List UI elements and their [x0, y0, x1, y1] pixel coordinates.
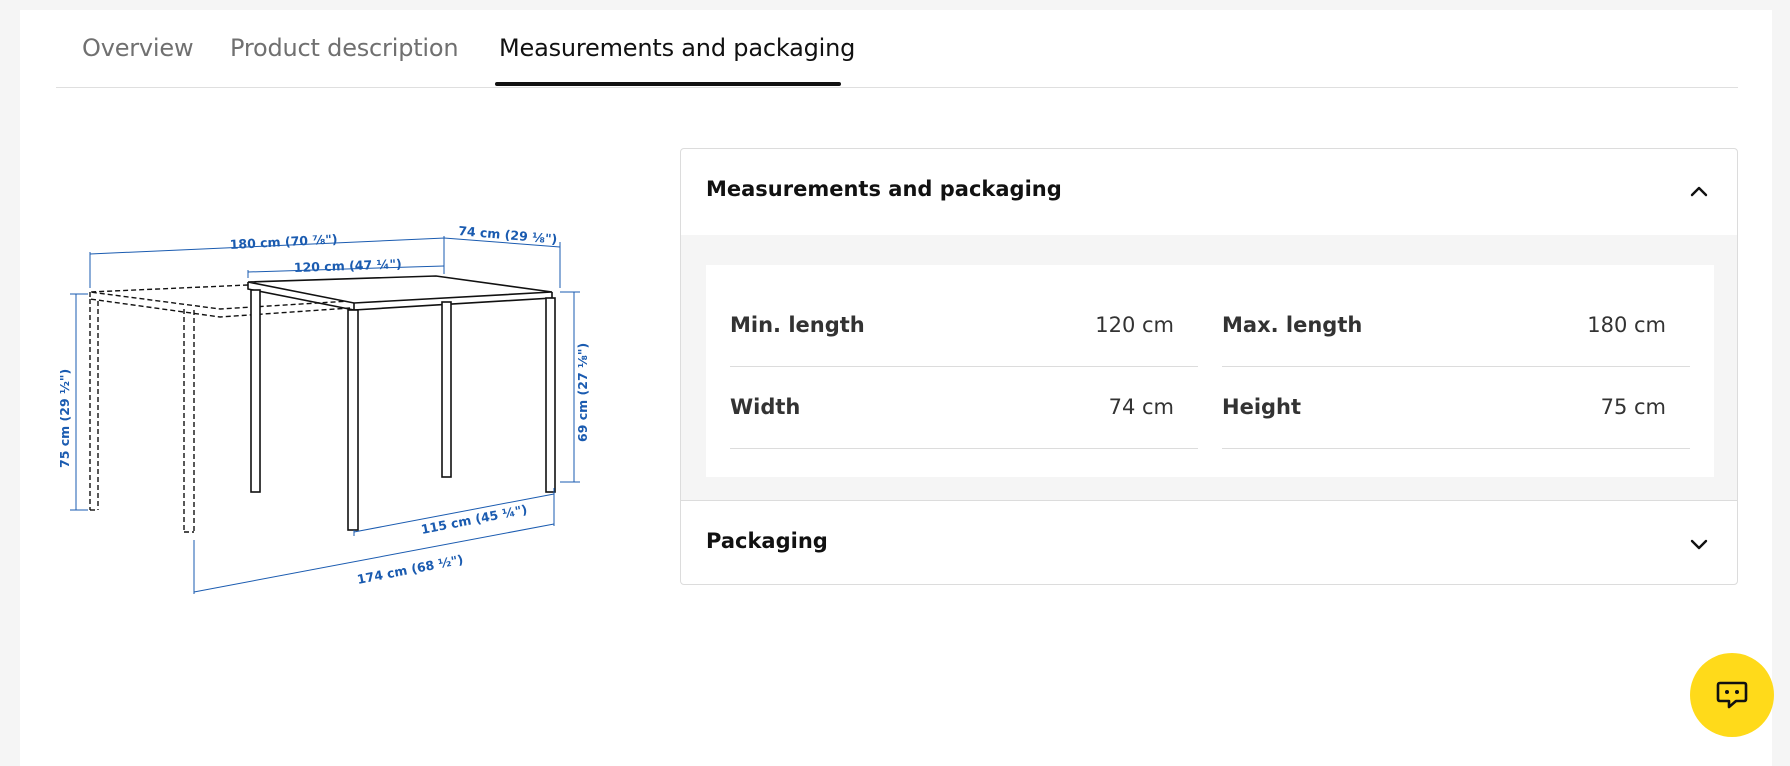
measurements-accordion-title: Measurements and packaging	[706, 177, 1062, 201]
spec-width: Width 74 cm	[730, 367, 1198, 449]
underframe-height-label: 69 cm (27 ⅛")	[575, 343, 590, 442]
spec-label: Width	[730, 395, 801, 419]
measurements-accordion-body: Min. length 120 cm Max. length 180 cm Wi…	[681, 235, 1737, 500]
table-dimension-drawing: 180 cm (70 ⅞") 120 cm (47 ¼") 74 cm (29 …	[60, 223, 590, 594]
spec-max-length: Max. length 180 cm	[1222, 285, 1690, 367]
tab-product-description[interactable]: Product description	[230, 34, 459, 62]
product-details-page: Overview Product description Measurement…	[20, 10, 1772, 766]
chevron-up-icon	[1690, 186, 1708, 197]
max-length-label: 180 cm (70 ⅞")	[229, 231, 337, 252]
packaging-accordion-header[interactable]: Packaging	[681, 500, 1737, 584]
spec-value: 180 cm	[1587, 313, 1666, 337]
spec-height: Height 75 cm	[1222, 367, 1690, 449]
chat-icon	[1716, 681, 1748, 709]
measurements-accordion-header[interactable]: Measurements and packaging	[681, 149, 1737, 235]
height-label: 75 cm (29 ½")	[60, 369, 72, 468]
active-tab-indicator	[495, 82, 841, 86]
spec-value: 74 cm	[1108, 395, 1174, 419]
packaging-accordion-title: Packaging	[706, 529, 828, 553]
spec-label: Height	[1222, 395, 1302, 419]
table-outline	[247, 275, 556, 531]
tab-bar: Overview Product description Measurement…	[56, 10, 1738, 88]
spec-value: 75 cm	[1600, 395, 1666, 419]
spec-min-length: Min. length 120 cm	[730, 285, 1198, 367]
min-length-label: 120 cm (47 ¼")	[294, 256, 402, 275]
spec-label: Max. length	[1222, 313, 1363, 337]
tab-overview[interactable]: Overview	[82, 34, 194, 62]
extension-outline	[89, 284, 351, 533]
spec-value: 120 cm	[1095, 313, 1174, 337]
measurements-accordion: Measurements and packaging Min. length 1…	[680, 148, 1738, 585]
tab-measurements-and-packaging[interactable]: Measurements and packaging	[499, 34, 855, 62]
measurements-card: Min. length 120 cm Max. length 180 cm Wi…	[706, 265, 1714, 477]
chevron-down-icon	[1690, 539, 1708, 550]
leg-span-long-label: 174 cm (68 ½")	[356, 552, 465, 587]
chat-button[interactable]	[1690, 653, 1774, 737]
spec-label: Min. length	[730, 313, 865, 337]
